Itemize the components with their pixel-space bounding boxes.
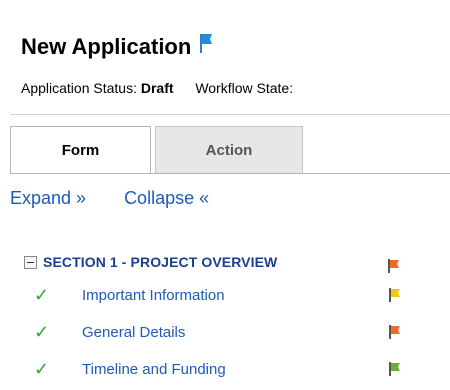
checkmark-icon: ✓	[34, 321, 50, 342]
section-flag-icon	[388, 259, 399, 273]
item-label-timeline-and-funding[interactable]: Timeline and Funding	[82, 361, 226, 378]
section-title[interactable]: SECTION 1 - PROJECT OVERVIEW	[43, 254, 277, 270]
collapse-link[interactable]: Collapse «	[124, 188, 209, 209]
flag-icon	[200, 34, 213, 53]
expand-link[interactable]: Expand »	[10, 188, 86, 209]
item-flag-icon	[389, 288, 400, 302]
list-item[interactable]: ✓ Timeline and Funding	[34, 357, 444, 381]
workflow-state-label: Workflow State:	[195, 80, 294, 96]
expand-collapse-links: Expand » Collapse «	[10, 183, 209, 213]
application-status-value: Draft	[140, 80, 174, 96]
item-flag-icon	[389, 325, 400, 339]
status-bar: Application Status: Draft Workflow State…	[21, 80, 293, 96]
item-label-general-details[interactable]: General Details	[82, 324, 185, 341]
application-page: New Application Application Status: Draf…	[0, 0, 450, 390]
tab-action[interactable]: Action	[155, 126, 303, 174]
application-status-label: Application Status:	[21, 80, 137, 96]
page-title: New Application	[21, 34, 192, 59]
collapse-toggle-icon[interactable]	[24, 255, 37, 269]
item-label-important-information[interactable]: Important Information	[82, 287, 225, 304]
page-header: New Application	[21, 32, 213, 62]
item-flag-icon	[389, 362, 400, 376]
tabs-baseline	[10, 173, 450, 174]
list-item[interactable]: ✓ General Details	[34, 320, 444, 344]
checkmark-icon: ✓	[34, 284, 50, 305]
tab-form[interactable]: Form	[10, 126, 151, 174]
list-item[interactable]: ✓ Important Information	[34, 283, 444, 307]
section-header: SECTION 1 - PROJECT OVERVIEW	[24, 252, 277, 272]
checkmark-icon: ✓	[34, 358, 50, 379]
divider	[10, 114, 450, 115]
